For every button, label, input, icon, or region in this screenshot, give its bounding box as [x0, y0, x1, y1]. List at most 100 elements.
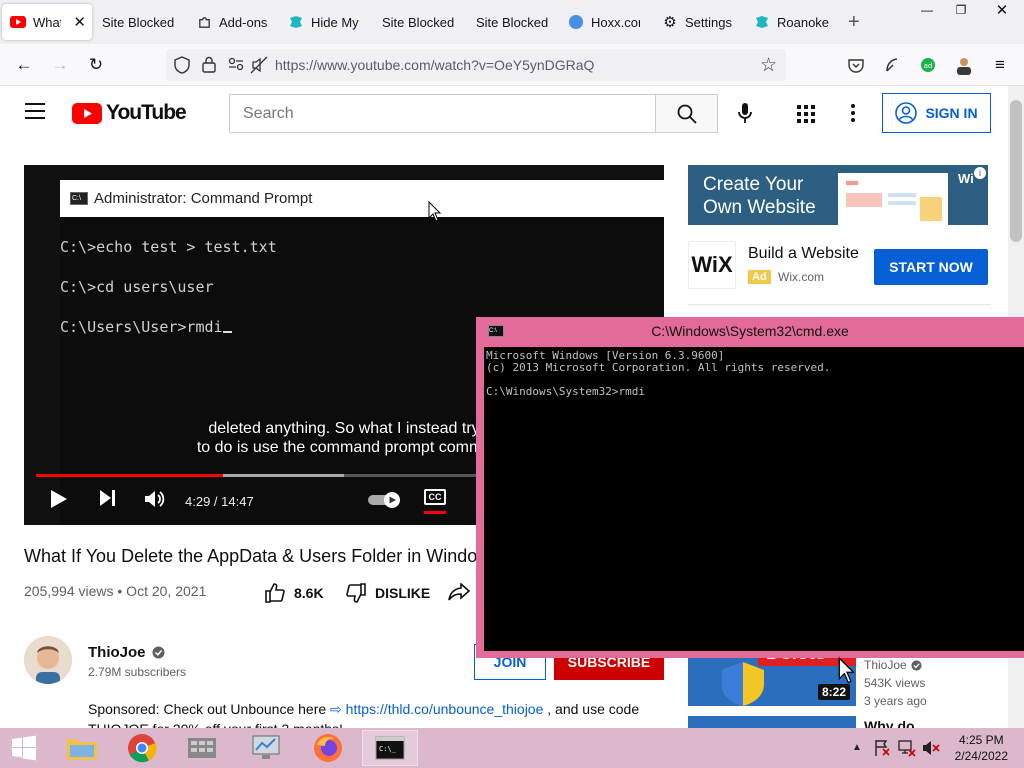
view-count-date: 205,994 views • Oct 20, 2021 — [24, 583, 207, 599]
shield-icon[interactable] — [174, 56, 190, 77]
thumbs-down-icon — [346, 583, 366, 603]
menu-icon[interactable]: ≡ — [988, 53, 1012, 77]
autoplay-toggle[interactable] — [368, 491, 402, 509]
account-avatar-icon[interactable] — [952, 53, 976, 77]
share-button[interactable] — [448, 583, 470, 601]
video-cmd-line: C:\Users\User>rmdi — [60, 318, 232, 336]
sidebar-divider — [688, 304, 991, 305]
extension-feather-icon[interactable] — [880, 53, 904, 77]
volume-icon — [145, 491, 165, 507]
cmd-window[interactable]: C:\ C:\Windows\System32\cmd.exe Microsof… — [476, 317, 1024, 658]
lock-icon[interactable] — [202, 56, 216, 76]
ad-badge: Ad — [748, 270, 771, 284]
cmd-console[interactable]: Microsoft Windows [Version 6.3.9600] (c)… — [484, 347, 1024, 651]
svg-text:ad: ad — [924, 62, 933, 70]
file-explorer-taskbar-button[interactable] — [54, 730, 110, 766]
next-button[interactable] — [99, 489, 117, 507]
link-arrow-icon: ⇨ — [330, 701, 342, 717]
tab-roanoke[interactable]: Roanoke — [754, 4, 834, 40]
hidemy-icon — [754, 14, 770, 30]
video-cmd-titlebar: C:\ Administrator: Command Prompt — [60, 180, 664, 217]
tab-site-blocked-3[interactable]: Site Blocked — [476, 4, 556, 40]
like-button[interactable]: 8.6K — [265, 583, 324, 603]
ad-banner[interactable]: Create Your Own Website Wi i — [688, 165, 988, 225]
bookmark-star-icon[interactable]: ☆ — [760, 54, 777, 77]
recommended-channel: ThioJoe — [864, 658, 922, 672]
close-window-button[interactable]: ✕ — [980, 0, 1024, 20]
minimize-button[interactable]: — — [910, 0, 944, 20]
play-button[interactable] — [50, 489, 68, 509]
forward-button[interactable]: → — [48, 53, 72, 77]
captions-button[interactable]: CC — [424, 489, 446, 514]
ad-info-icon[interactable]: i — [974, 167, 986, 179]
subscriber-count: 2.79M subscribers — [88, 665, 187, 679]
tab-site-blocked-1[interactable]: Site Blocked — [102, 4, 182, 40]
url-bar[interactable]: https://www.youtube.com/watch?v=OeY5ynDG… — [166, 49, 786, 81]
cursor-blink — [222, 331, 232, 333]
reload-button[interactable]: ↻ — [84, 53, 108, 77]
apps-grid-icon[interactable] — [797, 105, 815, 126]
verified-icon — [911, 659, 922, 671]
volume-muted-icon[interactable] — [922, 739, 940, 760]
url-text[interactable]: https://www.youtube.com/watch?v=OeY5ynDG… — [275, 57, 594, 73]
cmd-icon: C:\_ — [375, 736, 405, 760]
share-icon — [448, 583, 470, 601]
action-center-flag-icon[interactable] — [874, 739, 890, 760]
video-title: What If You Delete the AppData & Users F… — [24, 546, 491, 566]
start-button[interactable] — [0, 730, 48, 766]
extension-green-icon[interactable]: ad — [916, 53, 940, 77]
scrollbar-thumb[interactable] — [1010, 100, 1022, 242]
chrome-taskbar-button[interactable] — [114, 730, 170, 766]
verified-icon — [152, 646, 165, 659]
sponsor-link[interactable]: https://thld.co/unbounce_thiojoe — [346, 701, 544, 717]
cmd-window-title: C:\Windows\System32\cmd.exe — [651, 323, 849, 339]
cc-icon: CC — [424, 489, 446, 505]
show-hidden-icons-button[interactable]: ▲ — [852, 742, 862, 753]
close-tab-icon[interactable]: ✕ — [73, 13, 86, 31]
network-app-icon — [188, 738, 216, 758]
tab-settings[interactable]: ⚙ Settings — [662, 4, 742, 40]
youtube-logo[interactable]: YouTube — [72, 101, 187, 125]
wix-logo[interactable]: WiX — [688, 241, 736, 289]
sign-in-button[interactable]: SIGN IN — [882, 93, 991, 133]
monitor-app-taskbar-button[interactable] — [238, 730, 294, 766]
start-now-button[interactable]: START NOW — [874, 249, 988, 285]
hidemy-icon — [288, 14, 304, 30]
firefox-taskbar-button[interactable] — [300, 730, 356, 766]
autoplay-blocked-icon[interactable] — [250, 56, 268, 77]
cmd-taskbar-button[interactable]: C:\_ — [362, 730, 418, 766]
tab-site-blocked-2[interactable]: Site Blocked — [382, 4, 462, 40]
pocket-icon[interactable] — [844, 53, 868, 77]
cmd-icon: C:\ — [70, 192, 88, 205]
permissions-icon[interactable] — [228, 57, 244, 74]
svg-text:C:\_: C:\_ — [379, 745, 397, 753]
folder-icon — [67, 739, 97, 760]
system-clock[interactable]: 4:25 PM 2/24/2022 — [955, 732, 1008, 764]
tab-hoxx[interactable]: Hoxx.com — [568, 4, 640, 40]
cmd-line: (c) 2013 Microsoft Corporation. All righ… — [486, 361, 831, 374]
network-icon[interactable] — [898, 739, 916, 760]
recommended-age: 3 years ago — [864, 694, 927, 708]
microphone-icon[interactable] — [737, 102, 753, 127]
search-input[interactable]: Search — [229, 94, 655, 133]
ad-title[interactable]: Build a Website — [748, 245, 859, 263]
more-options-icon[interactable] — [851, 104, 855, 125]
channel-name[interactable]: ThioJoe — [88, 644, 165, 661]
restore-button[interactable]: ❐ — [944, 0, 978, 20]
tab-hide-my[interactable]: Hide My — [288, 4, 368, 40]
app-taskbar-button[interactable] — [174, 730, 230, 766]
recommended-video-thumbnail[interactable] — [688, 716, 856, 728]
channel-avatar[interactable] — [24, 636, 72, 684]
back-button[interactable]: ← — [12, 53, 36, 77]
tab-addons[interactable]: Add-ons — [196, 4, 276, 40]
hamburger-icon[interactable] — [25, 103, 45, 122]
gear-icon: ⚙ — [663, 14, 677, 31]
dislike-button[interactable]: DISLIKE — [346, 583, 430, 603]
volume-button[interactable] — [144, 489, 166, 509]
recommended-title[interactable]: Why do — [864, 718, 915, 728]
new-tab-button[interactable]: + — [848, 4, 868, 40]
mouse-pointer-icon — [838, 656, 856, 689]
tab-youtube[interactable]: What If Y ✕ — [2, 4, 92, 40]
search-button[interactable] — [655, 94, 718, 133]
video-cmd-line: C:\>cd users\user — [60, 278, 214, 296]
